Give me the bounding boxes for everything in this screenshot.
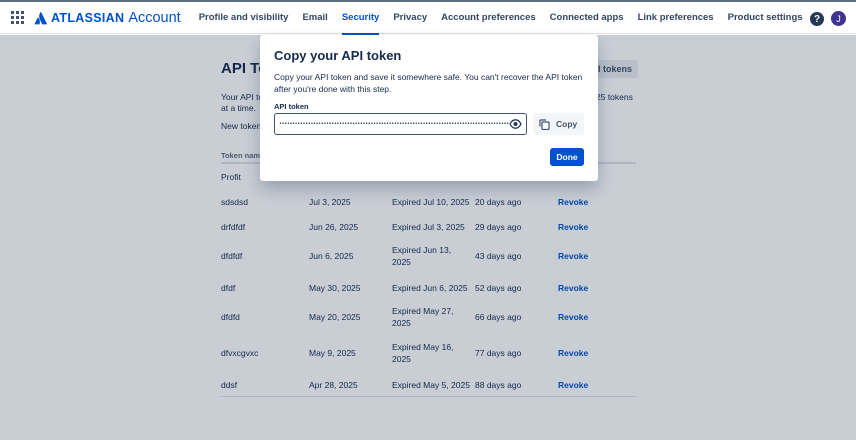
atlassian-logo-icon [34, 11, 48, 24]
api-token-label: API token [274, 102, 309, 111]
help-icon[interactable]: ? [810, 12, 824, 26]
copy-icon [539, 118, 550, 130]
nav-profile-and-visibility[interactable]: Profile and visibility [192, 1, 296, 35]
nav-security[interactable]: Security [335, 1, 387, 35]
copy-api-token-modal: Copy your API token Copy your API token … [260, 35, 598, 181]
modal-title: Copy your API token [274, 48, 402, 63]
api-token-field[interactable] [274, 113, 527, 135]
done-button[interactable]: Done [550, 148, 584, 166]
brand-name: ATLASSIAN [51, 10, 125, 25]
avatar[interactable]: J [831, 11, 846, 26]
api-token-input[interactable] [279, 115, 509, 133]
nav-product-settings[interactable]: Product settings [721, 1, 810, 35]
eye-icon[interactable] [509, 118, 522, 130]
copy-button[interactable]: Copy [533, 113, 584, 135]
nav-links: Profile and visibility Email Security Pr… [192, 1, 810, 35]
nav-account-preferences[interactable]: Account preferences [434, 1, 543, 35]
nav-email[interactable]: Email [295, 1, 334, 35]
brand-logo[interactable]: ATLASSIAN Account [34, 10, 181, 26]
modal-description: Copy your API token and save it somewher… [274, 72, 583, 94]
nav-connected-apps[interactable]: Connected apps [543, 1, 631, 35]
app-switcher-icon[interactable] [11, 10, 25, 25]
brand-subtitle: Account [128, 9, 181, 26]
nav-privacy[interactable]: Privacy [386, 1, 434, 35]
nav-link-preferences[interactable]: Link preferences [631, 1, 721, 35]
copy-button-label: Copy [556, 119, 578, 129]
top-navigation: ATLASSIAN Account Profile and visibility… [0, 0, 856, 35]
